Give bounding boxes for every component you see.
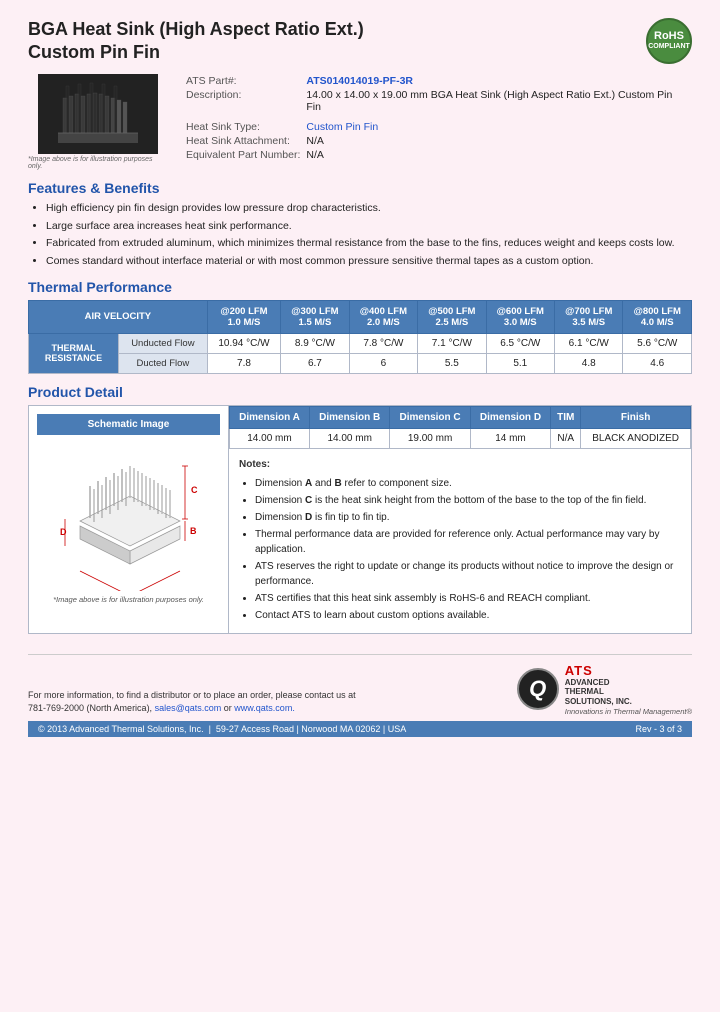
ducted-4: 5.1 [486, 353, 554, 373]
ats-q-icon: Q [517, 668, 559, 710]
notes-list: Dimension A and B refer to component siz… [255, 476, 681, 623]
ducted-6: 4.6 [623, 353, 692, 373]
unducted-1: 8.9 °C/W [281, 333, 349, 353]
note-0: Dimension A and B refer to component siz… [255, 476, 681, 491]
page-info: Rev - 3 of 3 [635, 724, 682, 734]
ducted-label: Ducted Flow [119, 353, 208, 373]
feature-item-2: Large surface area increases heat sink p… [46, 219, 692, 234]
page: BGA Heat Sink (High Aspect Ratio Ext.) C… [0, 0, 720, 1012]
unducted-4: 6.5 °C/W [486, 333, 554, 353]
schematic-header: Schematic Image [37, 414, 220, 435]
footer: For more information, to find a distribu… [28, 654, 692, 716]
heatsink-svg [43, 78, 153, 150]
unducted-0: 10.94 °C/W [207, 333, 280, 353]
thermal-resistance-label: THERMAL RESISTANCE [29, 333, 119, 373]
feature-item-3: Fabricated from extruded aluminum, which… [46, 236, 692, 251]
dim-col-tim: TIM [551, 406, 581, 428]
note-5: ATS certifies that this heat sink assemb… [255, 591, 681, 606]
unducted-6: 5.6 °C/W [623, 333, 692, 353]
ats-part-value: ATS014014019-PF-3R [306, 74, 692, 88]
dim-col-a: Dimension A [230, 406, 310, 428]
dim-val-finish: BLACK ANODIZED [581, 428, 691, 448]
thermal-table: AIR VELOCITY @200 LFM 1.0 M/S @300 LFM 1… [28, 300, 692, 374]
feature-item-4: Comes standard without interface materia… [46, 254, 692, 269]
footer-contact: For more information, to find a distribu… [28, 689, 356, 716]
note-1: Dimension C is the heat sink height from… [255, 493, 681, 508]
unducted-5: 6.1 °C/W [555, 333, 623, 353]
note-6: Contact ATS to learn about custom option… [255, 608, 681, 623]
schematic-svg: A B C D [45, 441, 213, 591]
product-detail-container: Schematic Image [28, 405, 692, 634]
heat-sink-type-value: Custom Pin Fin [306, 120, 692, 134]
note-4: ATS reserves the right to update or chan… [255, 559, 681, 589]
dim-col-b: Dimension B [309, 406, 389, 428]
note-3: Thermal performance data are provided fo… [255, 527, 681, 557]
notes-title: Notes: [239, 457, 681, 472]
title-line1: BGA Heat Sink (High Aspect Ratio Ext.) [28, 18, 364, 41]
schematic-caption: *Image above is for illustration purpose… [53, 595, 204, 604]
dimensions-table: Dimension A Dimension B Dimension C Dime… [229, 406, 691, 449]
title-line2: Custom Pin Fin [28, 41, 364, 64]
features-list: High efficiency pin fin design provides … [46, 201, 692, 269]
image-caption: *Image above is for illustration purpose… [28, 156, 168, 170]
ducted-3: 5.5 [418, 353, 486, 373]
dim-val-b: 14.00 mm [309, 428, 389, 448]
dim-val-a: 14.00 mm [230, 428, 310, 448]
footer-logo: Q ATS ADVANCED THERMAL SOLUTIONS, INC. I… [517, 663, 692, 716]
equivalent-value: N/A [306, 148, 692, 162]
product-image-area: *Image above is for illustration purpose… [28, 74, 168, 170]
ducted-5: 4.8 [555, 353, 623, 373]
heat-sink-type-label: Heat Sink Type: [186, 120, 306, 134]
copyright-text: © 2013 Advanced Thermal Solutions, Inc. … [38, 724, 406, 734]
svg-text:B: B [190, 526, 197, 536]
col-head-2: @400 LFM 2.0 M/S [349, 300, 417, 333]
rohs-badge: RoHS COMPLIANT [646, 18, 692, 64]
product-image [38, 74, 158, 154]
col-head-0: @200 LFM 1.0 M/S [207, 300, 280, 333]
page-title: BGA Heat Sink (High Aspect Ratio Ext.) C… [28, 18, 364, 63]
attachment-label: Heat Sink Attachment: [186, 134, 306, 148]
attachment-value: N/A [306, 134, 692, 148]
part-info-section: *Image above is for illustration purpose… [28, 74, 692, 170]
features-heading: Features & Benefits [28, 180, 692, 196]
ducted-0: 7.8 [207, 353, 280, 373]
air-velocity-header: AIR VELOCITY [29, 300, 208, 333]
equivalent-label: Equivalent Part Number: [186, 148, 306, 162]
detail-right: Dimension A Dimension B Dimension C Dime… [229, 406, 691, 633]
schematic-cell: Schematic Image [29, 406, 229, 633]
part-details: ATS Part#: ATS014014019-PF-3R Descriptio… [186, 74, 692, 162]
unducted-3: 7.1 °C/W [418, 333, 486, 353]
unducted-label: Unducted Flow [119, 333, 208, 353]
col-head-6: @800 LFM 4.0 M/S [623, 300, 692, 333]
notes-section: Notes: Dimension A and B refer to compon… [229, 449, 691, 633]
product-detail-heading: Product Detail [28, 384, 692, 400]
description-value: 14.00 x 14.00 x 19.00 mm BGA Heat Sink (… [306, 88, 692, 114]
svg-text:C: C [191, 485, 198, 495]
feature-item-1: High efficiency pin fin design provides … [46, 201, 692, 216]
copyright-bar: © 2013 Advanced Thermal Solutions, Inc. … [28, 721, 692, 737]
dim-col-c: Dimension C [390, 406, 470, 428]
ducted-1: 6.7 [281, 353, 349, 373]
svg-text:D: D [60, 527, 67, 537]
unducted-2: 7.8 °C/W [349, 333, 417, 353]
dim-col-d: Dimension D [470, 406, 550, 428]
note-2: Dimension D is fin tip to fin tip. [255, 510, 681, 525]
dim-val-c: 19.00 mm [390, 428, 470, 448]
col-head-1: @300 LFM 1.5 M/S [281, 300, 349, 333]
ducted-2: 6 [349, 353, 417, 373]
ats-part-label: ATS Part#: [186, 74, 306, 88]
col-head-4: @600 LFM 3.0 M/S [486, 300, 554, 333]
ats-text-logo: ATS ADVANCED THERMAL SOLUTIONS, INC. Inn… [565, 663, 692, 716]
dim-val-d: 14 mm [470, 428, 550, 448]
description-label: Description: [186, 88, 306, 114]
col-head-5: @700 LFM 3.5 M/S [555, 300, 623, 333]
col-head-3: @500 LFM 2.5 M/S [418, 300, 486, 333]
dim-col-finish: Finish [581, 406, 691, 428]
header: BGA Heat Sink (High Aspect Ratio Ext.) C… [28, 18, 692, 64]
thermal-heading: Thermal Performance [28, 279, 692, 295]
dim-val-tim: N/A [551, 428, 581, 448]
